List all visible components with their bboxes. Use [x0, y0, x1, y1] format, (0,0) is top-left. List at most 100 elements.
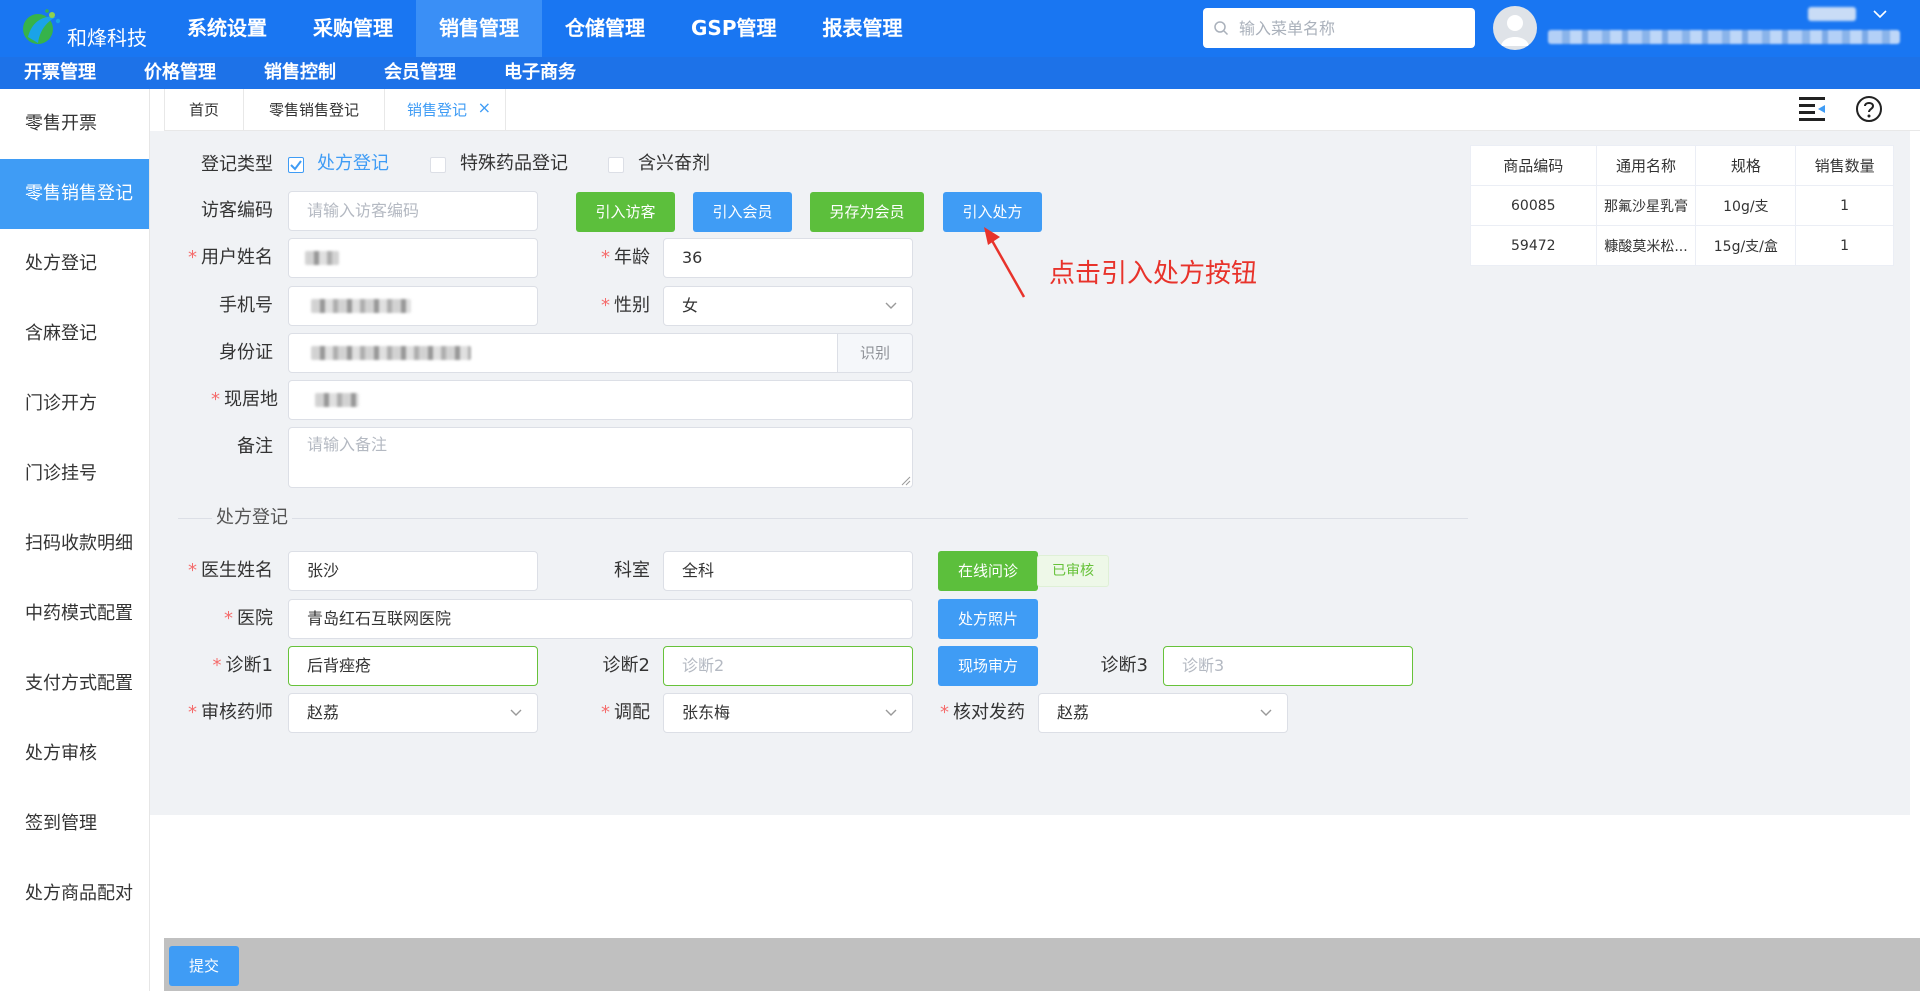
- product-table: 商品编码 通用名称 规格 销售数量 60085 那氟沙星乳膏 10g/支 1 5…: [1470, 145, 1894, 266]
- help-icon[interactable]: [1855, 95, 1883, 123]
- sidebar-item-payment-config[interactable]: 支付方式配置: [0, 649, 149, 719]
- option-prescription[interactable]: 处方登记: [317, 152, 389, 176]
- table-row[interactable]: 60085 那氟沙星乳膏 10g/支 1: [1470, 185, 1894, 226]
- age-label: * 年龄: [601, 247, 650, 268]
- table-header: 通用名称: [1595, 145, 1697, 186]
- diagnosis2-label: 诊断2: [602, 655, 650, 676]
- sub-menu-price[interactable]: 价格管理: [120, 57, 240, 89]
- diagnosis2-input[interactable]: 诊断2: [663, 646, 913, 686]
- onsite-review-button[interactable]: 现场审方: [938, 646, 1038, 686]
- dispense-select[interactable]: 张东梅: [663, 693, 913, 733]
- doctor-input[interactable]: 张沙: [288, 551, 538, 591]
- sidebar-item-tcm-config[interactable]: 中药模式配置: [0, 579, 149, 649]
- gender-select[interactable]: 女: [663, 286, 913, 326]
- sidebar-item-outpatient-prescribe[interactable]: 门诊开方: [0, 369, 149, 439]
- user-name-input[interactable]: [288, 238, 538, 278]
- option-stimulant[interactable]: 含兴奋剂: [638, 152, 710, 176]
- dispense-label: * 调配: [601, 702, 650, 723]
- user-avatar[interactable]: [1493, 6, 1537, 50]
- remark-textarea[interactable]: 请输入备注: [288, 427, 913, 488]
- checkbox-prescription[interactable]: [288, 157, 304, 173]
- tab-home[interactable]: 首页: [164, 89, 244, 131]
- table-header: 商品编码: [1470, 145, 1597, 186]
- table-row[interactable]: 59472 糠酸莫米松... 15g/支/盒 1: [1470, 225, 1894, 266]
- online-consult-button[interactable]: 在线问诊: [938, 551, 1038, 591]
- table-cell: 10g/支: [1695, 185, 1797, 226]
- option-special-drug[interactable]: 特殊药品登记: [460, 152, 568, 176]
- prescription-photo-button[interactable]: 处方照片: [938, 599, 1038, 639]
- check-dispense-select[interactable]: 赵荔: [1038, 693, 1288, 733]
- gender-label: * 性别: [601, 295, 650, 316]
- checkbox-stimulant[interactable]: [608, 157, 624, 173]
- diagnosis1-label: * 诊断1: [212, 655, 273, 676]
- id-card-label: 身份证: [219, 342, 273, 363]
- sidebar-item-prescription-register[interactable]: 处方登记: [0, 229, 149, 299]
- sidebar-item-scan-payment[interactable]: 扫码收款明细: [0, 509, 149, 579]
- import-member-button[interactable]: 引入会员: [693, 192, 792, 232]
- chevron-down-icon: [1260, 709, 1272, 716]
- pharmacist-select[interactable]: 赵荔: [288, 693, 538, 733]
- visitor-code-input[interactable]: 请输入访客编码: [288, 191, 538, 231]
- user-role-redacted: [1808, 7, 1856, 21]
- brand-name: 和烽科技: [67, 26, 147, 50]
- save-as-member-button[interactable]: 另存为会员: [810, 192, 924, 232]
- menu-search: [1203, 8, 1475, 48]
- pharmacist-value: 赵荔: [307, 703, 340, 722]
- table-cell: 60085: [1470, 185, 1597, 226]
- id-card-input[interactable]: [288, 333, 838, 373]
- age-input[interactable]: 36: [663, 238, 913, 278]
- tab-sales-register[interactable]: 销售登记 ×: [385, 89, 506, 131]
- sidebar-item-sign-in[interactable]: 签到管理: [0, 789, 149, 859]
- remark-label: 备注: [237, 436, 273, 457]
- gender-value: 女: [682, 296, 699, 315]
- tab-bar: 首页 零售销售登记 销售登记 ×: [164, 89, 1920, 131]
- sidebar-item-outpatient-registration[interactable]: 门诊挂号: [0, 439, 149, 509]
- menu-search-input[interactable]: [1239, 8, 1469, 48]
- sidebar: 零售开票 零售销售登记 处方登记 含麻登记 门诊开方 门诊挂号 扫码收款明细 中…: [0, 89, 150, 991]
- tab-retail-sales-register[interactable]: 零售销售登记: [244, 89, 385, 131]
- top-bar: 和烽科技 系统设置 采购管理 销售管理 仓储管理 GSP管理 报表管理: [0, 0, 1920, 57]
- sidebar-item-prescription-audit[interactable]: 处方审核: [0, 719, 149, 789]
- top-menu-system[interactable]: 系统设置: [164, 0, 290, 57]
- sub-menu-member[interactable]: 会员管理: [360, 57, 480, 89]
- top-menu-gsp[interactable]: GSP管理: [668, 0, 799, 57]
- phone-input[interactable]: [288, 286, 538, 326]
- sub-menu-invoice[interactable]: 开票管理: [0, 57, 120, 89]
- table-cell: 15g/支/盒: [1695, 225, 1797, 266]
- annotation-arrow-icon: [984, 227, 1026, 298]
- diagnosis1-input[interactable]: 后背痤疮: [288, 646, 538, 686]
- checkbox-special-drug[interactable]: [430, 157, 446, 173]
- sidebar-item-ephedrine-register[interactable]: 含麻登记: [0, 299, 149, 369]
- sidebar-item-product-match[interactable]: 处方商品配对: [0, 859, 149, 929]
- chevron-down-icon[interactable]: [1872, 7, 1888, 21]
- top-menu-purchase[interactable]: 采购管理: [290, 0, 416, 57]
- top-menu-storage[interactable]: 仓储管理: [542, 0, 668, 57]
- dept-input[interactable]: 全科: [663, 551, 913, 591]
- submit-button[interactable]: 提交: [169, 946, 239, 986]
- close-icon[interactable]: ×: [478, 87, 491, 129]
- tab-label: 零售销售登记: [268, 101, 359, 119]
- sidebar-item-retail-sales-register[interactable]: 零售销售登记: [0, 159, 149, 229]
- sub-menu-ecommerce[interactable]: 电子商务: [480, 57, 600, 89]
- collapse-menu-icon[interactable]: [1799, 96, 1827, 122]
- recognize-button[interactable]: 识别: [837, 333, 913, 373]
- sidebar-item-retail-invoice[interactable]: 零售开票: [0, 89, 149, 159]
- top-menu-report[interactable]: 报表管理: [799, 0, 925, 57]
- chevron-down-icon: [885, 302, 897, 309]
- import-visitor-button[interactable]: 引入访客: [576, 192, 675, 232]
- sub-menu-sales-control[interactable]: 销售控制: [240, 57, 360, 89]
- user-icon: [1501, 15, 1529, 46]
- resize-handle-icon[interactable]: [901, 476, 911, 486]
- audited-badge: 已审核: [1037, 555, 1109, 587]
- dept-label: 科室: [614, 560, 650, 581]
- table-cell: 1: [1795, 185, 1894, 226]
- top-menu-sales[interactable]: 销售管理: [416, 0, 542, 57]
- diagnosis3-input[interactable]: 诊断3: [1163, 646, 1413, 686]
- address-label: * 现居地: [211, 389, 278, 410]
- pharmacist-label: * 审核药师: [188, 702, 273, 723]
- chevron-down-icon: [510, 709, 522, 716]
- hospital-input[interactable]: 青岛红石互联网医院: [288, 599, 913, 639]
- user-name-label: * 用户姓名: [188, 247, 273, 268]
- address-input[interactable]: [288, 380, 913, 420]
- doctor-label: * 医生姓名: [188, 560, 273, 581]
